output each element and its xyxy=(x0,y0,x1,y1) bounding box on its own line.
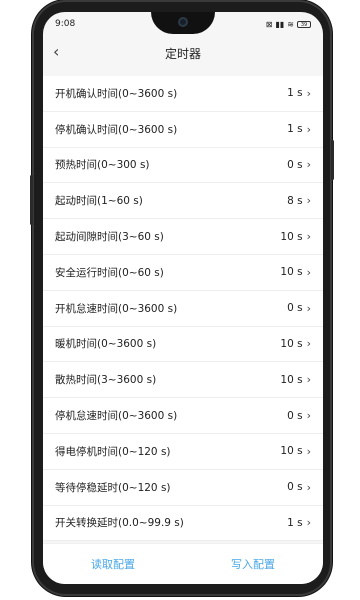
setting-label: 等待停稳延时(0~120 s) xyxy=(55,481,171,494)
write-config-button[interactable]: 写入配置 xyxy=(231,556,275,572)
setting-label: 开机确认时间(0~3600 s) xyxy=(55,87,178,100)
setting-value-group: 10 s › xyxy=(280,230,311,243)
setting-value-group: 0 s › xyxy=(287,409,311,422)
setting-row[interactable]: 起动间隙时间(3~60 s) 10 s › xyxy=(43,219,323,255)
setting-row[interactable]: 起动时间(1~60 s) 8 s › xyxy=(43,183,323,220)
timer-settings-list: 开机确认时间(0~3600 s) 1 s › 停机确认时间(0~3600 s) 1 s ›… xyxy=(43,76,323,542)
power-button xyxy=(331,140,334,180)
chevron-right-icon: › xyxy=(306,301,311,315)
camera-icon xyxy=(178,17,188,27)
volume-button xyxy=(30,175,33,225)
setting-label: 暖机时间(0~3600 s) xyxy=(55,338,157,351)
page-title: 定时器 xyxy=(164,46,201,61)
chevron-right-icon: › xyxy=(306,230,311,244)
setting-label: 预热时间(0~300 s) xyxy=(55,159,150,172)
setting-row[interactable]: 开机怠速时间(0~3600 s) 0 s › xyxy=(43,291,323,327)
setting-value-group: 10 s › xyxy=(280,373,311,386)
setting-value: 10 s xyxy=(280,230,303,243)
setting-label: 起动时间(1~60 s) xyxy=(55,195,143,208)
footer-actions: 读取配置 写入配置 xyxy=(43,543,323,584)
chevron-right-icon: › xyxy=(306,516,311,530)
status-icons: ⊠ ▮▮ ≋ 39 xyxy=(266,20,311,29)
setting-row[interactable]: 安全运行时间(0~60 s) 10 s › xyxy=(43,255,323,291)
setting-value-group: 0 s › xyxy=(287,302,311,315)
setting-value: 0 s xyxy=(287,158,303,171)
chevron-right-icon: › xyxy=(306,194,311,208)
setting-value: 10 s xyxy=(280,337,303,350)
setting-value-group: 10 s › xyxy=(280,266,311,279)
setting-value-group: 8 s › xyxy=(287,194,311,207)
chevron-right-icon: › xyxy=(306,480,311,494)
setting-value: 0 s xyxy=(287,481,303,494)
sim-icon: ⊠ xyxy=(265,19,273,29)
battery-icon: 39 xyxy=(297,20,311,28)
setting-row[interactable]: 开机确认时间(0~3600 s) 1 s › xyxy=(43,76,323,112)
setting-label: 起动间隙时间(3~60 s) xyxy=(55,231,164,244)
chevron-right-icon: › xyxy=(306,444,311,458)
setting-value: 10 s xyxy=(280,373,303,386)
setting-value-group: 1 s › xyxy=(287,516,311,529)
screen: 9:08 ⊠ ▮▮ ≋ 39 ‹ 定时器 开机确认时间(0~3600 s) 1 s… xyxy=(43,12,323,584)
setting-value: 0 s xyxy=(287,302,303,315)
setting-label: 开机怠速时间(0~3600 s) xyxy=(55,302,178,315)
signal-icon: ▮▮ xyxy=(275,19,285,29)
setting-value-group: 0 s › xyxy=(287,158,311,171)
setting-value: 8 s xyxy=(287,194,303,207)
chevron-left-icon[interactable]: ‹ xyxy=(53,44,59,60)
read-config-button[interactable]: 读取配置 xyxy=(91,556,135,572)
setting-row[interactable]: 预热时间(0~300 s) 0 s › xyxy=(43,148,323,184)
setting-label: 停机怠速时间(0~3600 s) xyxy=(55,410,178,423)
setting-label: 散热时间(3~3600 s) xyxy=(55,374,157,387)
setting-value: 1 s xyxy=(287,123,303,136)
status-time: 9:08 xyxy=(55,19,76,29)
chevron-right-icon: › xyxy=(306,409,311,423)
setting-value: 0 s xyxy=(287,409,303,422)
setting-value-group: 0 s › xyxy=(287,481,311,494)
setting-label: 停机确认时间(0~3600 s) xyxy=(55,123,178,136)
setting-value-group: 10 s › xyxy=(280,445,311,458)
setting-value: 1 s xyxy=(287,87,303,100)
setting-value: 10 s xyxy=(280,445,303,458)
setting-label: 安全运行时间(0~60 s) xyxy=(55,266,164,279)
chevron-right-icon: › xyxy=(306,265,311,279)
setting-row[interactable]: 等待停稳延时(0~120 s) 0 s › xyxy=(43,470,323,506)
setting-value-group: 1 s › xyxy=(287,123,311,136)
setting-value-group: 1 s › xyxy=(287,87,311,100)
setting-row[interactable]: 停机怠速时间(0~3600 s) 0 s › xyxy=(43,398,323,434)
setting-row[interactable]: 停机确认时间(0~3600 s) 1 s › xyxy=(43,112,323,148)
setting-label: 开关转换延时(0.0~99.9 s) xyxy=(55,517,184,530)
chevron-right-icon: › xyxy=(306,86,311,100)
setting-row[interactable]: 得电停机时间(0~120 s) 10 s › xyxy=(43,434,323,470)
setting-value-group: 10 s › xyxy=(280,337,311,350)
setting-value: 10 s xyxy=(280,266,303,279)
setting-row[interactable]: 散热时间(3~3600 s) 10 s › xyxy=(43,362,323,399)
app-header: ‹ 定时器 xyxy=(43,40,323,66)
wifi-icon: ≋ xyxy=(287,19,294,29)
setting-label: 得电停机时间(0~120 s) xyxy=(55,445,171,458)
chevron-right-icon: › xyxy=(306,373,311,387)
chevron-right-icon: › xyxy=(306,122,311,136)
setting-value: 1 s xyxy=(287,516,303,529)
chevron-right-icon: › xyxy=(306,337,311,351)
setting-row[interactable]: 开关转换延时(0.0~99.9 s) 1 s › xyxy=(43,506,323,542)
setting-row[interactable]: 暖机时间(0~3600 s) 10 s › xyxy=(43,327,323,363)
chevron-right-icon: › xyxy=(306,158,311,172)
